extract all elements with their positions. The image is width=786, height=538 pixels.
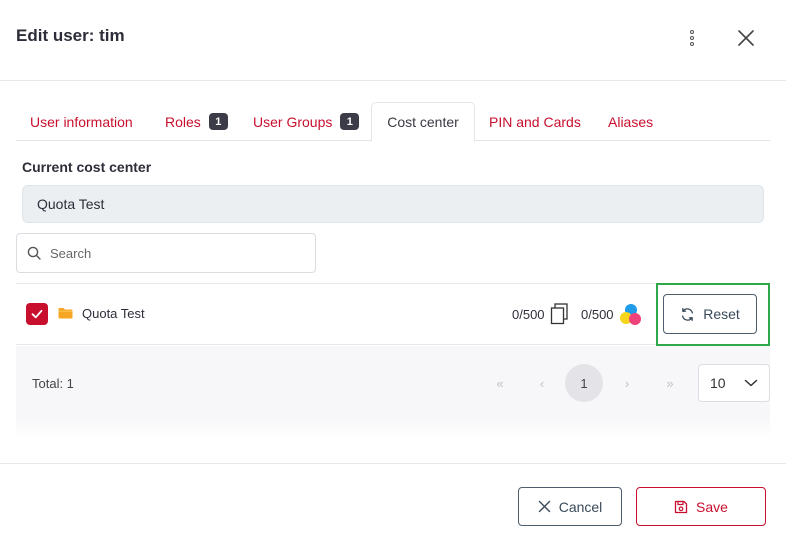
save-icon [674, 500, 688, 513]
cancel-label: Cancel [558, 498, 603, 515]
current-cost-center-label: Current cost center [22, 159, 152, 175]
pages-icon [550, 303, 568, 325]
tab-label: Aliases [608, 113, 654, 130]
chevron-down-icon [744, 379, 758, 387]
cost-center-name: Quota Test [82, 306, 145, 321]
refresh-icon [682, 307, 694, 321]
tab-cost-center[interactable]: Cost center [371, 102, 475, 142]
save-button[interactable]: Save [636, 487, 766, 526]
search-input[interactable] [50, 245, 290, 261]
close-icon[interactable] [733, 25, 759, 51]
page-number: 1 [580, 375, 588, 391]
page-size-value: 10 [710, 375, 726, 391]
folder-icon [58, 308, 73, 319]
tab-user-information[interactable]: User information [30, 102, 133, 141]
dialog-header: Edit user: tim [0, 0, 786, 81]
total-count: Total: 1 [32, 376, 74, 391]
cancel-button[interactable]: Cancel [518, 487, 622, 526]
tab-label: Cost center [387, 114, 459, 130]
prev-page-icon: ‹ [539, 375, 545, 391]
next-page-icon: › [624, 375, 630, 391]
row-checkbox[interactable] [26, 303, 48, 325]
last-page-button[interactable]: » [651, 364, 689, 402]
page-button-current[interactable]: 1 [565, 364, 603, 402]
reset-label: Reset [703, 306, 740, 322]
tab-label: User Groups [253, 113, 333, 130]
first-page-icon: « [496, 375, 504, 391]
checkmark-icon [31, 309, 43, 319]
next-page-button[interactable]: › [608, 364, 646, 402]
footer-divider [0, 463, 786, 464]
dialog-title: Edit user: tim [16, 26, 125, 45]
first-page-button[interactable]: « [481, 364, 519, 402]
search-icon [27, 246, 41, 260]
tab-roles[interactable]: Roles 1 [165, 102, 228, 141]
kebab-menu-icon[interactable] [684, 28, 700, 48]
save-label: Save [696, 498, 728, 515]
cmyk-color-icon [620, 304, 641, 325]
tab-pin-and-cards[interactable]: PIN and Cards [489, 102, 581, 141]
tab-label: PIN and Cards [489, 113, 581, 130]
tab-aliases[interactable]: Aliases [608, 102, 653, 141]
tab-bar: User information Roles 1 User Groups 1 C… [16, 102, 770, 142]
tab-label: Roles [165, 113, 201, 130]
count-badge: 1 [340, 113, 360, 130]
tab-user-groups[interactable]: User Groups 1 [253, 102, 360, 141]
current-cost-center-field: Quota Test [22, 185, 764, 223]
prev-page-button[interactable]: ‹ [523, 364, 561, 402]
tab-label: User information [30, 113, 133, 130]
search-box [16, 233, 316, 273]
reset-button[interactable]: Reset [663, 294, 757, 334]
page-size-select[interactable]: 10 [698, 364, 770, 402]
pagination-bar: Total: 1 « ‹ 1 › » 10 [16, 346, 770, 440]
page-quota-value: 0/500 [512, 307, 545, 322]
last-page-icon: » [666, 375, 674, 391]
color-quota-value: 0/500 [581, 307, 614, 322]
close-icon [538, 500, 550, 513]
count-badge: 1 [208, 113, 228, 130]
